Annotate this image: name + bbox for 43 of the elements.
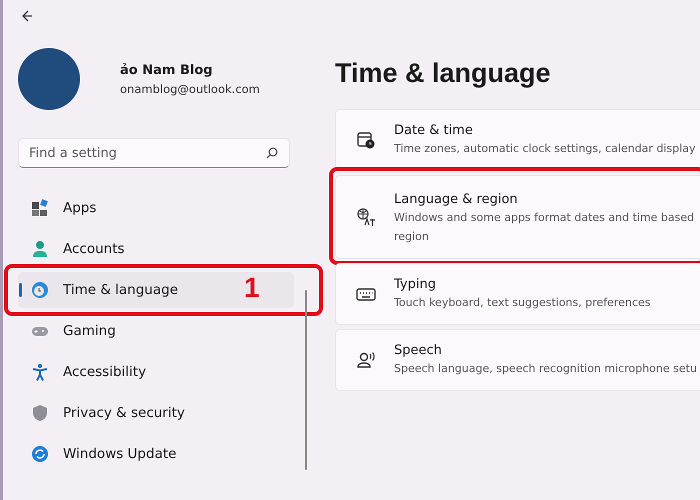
- sidebar-item[interactable]: Gaming: [18, 313, 294, 349]
- card-title: Speech: [394, 343, 443, 358]
- sidebar-item-label: Accessibility: [63, 364, 146, 380]
- settings-card[interactable]: Speech Speech language, speech recognition microphone setu: [335, 329, 700, 391]
- globe-clock-icon: [31, 281, 49, 299]
- card-title: Date & time: [394, 123, 474, 138]
- sidebar-item-label: Time & language: [63, 282, 178, 298]
- settings-card[interactable]: Typing Touch keyboard, text suggestions, preferences: [335, 263, 700, 325]
- search-field[interactable]: Find a setting: [18, 138, 290, 168]
- search-icon: [266, 147, 278, 159]
- apps-icon: [31, 199, 49, 217]
- card-description: Touch keyboard, text suggestions, preferences: [394, 295, 652, 311]
- account-email: onamblog@outlook.com: [120, 82, 260, 96]
- sidebar-item-label: Windows Update: [63, 446, 176, 462]
- back-icon[interactable]: [21, 10, 33, 22]
- card-description: Windows and some apps format dates and time based: [394, 210, 696, 226]
- sidebar-item-label: Privacy & security: [63, 405, 185, 421]
- annotation-number: 1: [244, 271, 260, 305]
- sidebar-item[interactable]: Accessibility: [18, 354, 294, 390]
- speech-icon: [356, 350, 376, 370]
- sidebar-item-label: Accounts: [63, 241, 125, 257]
- card-description: Time zones, automatic clock settings, calendar display: [394, 141, 697, 157]
- sidebar-item[interactable]: Apps: [18, 190, 294, 226]
- account-name: ảo Nam Blog: [120, 62, 214, 78]
- selection-indicator: [19, 283, 22, 297]
- card-description: region: [394, 229, 430, 245]
- shield-icon: [31, 404, 49, 422]
- scrollbar[interactable]: [305, 290, 307, 470]
- settings-card[interactable]: Language & region Windows and some apps format dates and time based region: [335, 175, 700, 259]
- page-title: Time & language: [335, 58, 552, 89]
- update-icon: [31, 445, 49, 463]
- sidebar-item[interactable]: Accounts: [18, 231, 294, 267]
- sidebar-item[interactable]: Windows Update: [18, 436, 294, 472]
- card-title: Language & region: [394, 192, 519, 207]
- card-description: Speech language, speech recognition microphone setu: [394, 361, 698, 377]
- person-icon: [31, 240, 49, 258]
- sidebar-item-label: Gaming: [63, 323, 116, 339]
- language-icon: [356, 207, 376, 227]
- accessibility-icon: [31, 363, 49, 381]
- calendar-clock-icon: [356, 130, 376, 150]
- sidebar-item[interactable]: Privacy & security: [18, 395, 294, 431]
- sidebar-item-label: Apps: [63, 200, 96, 216]
- card-title: Typing: [394, 277, 437, 292]
